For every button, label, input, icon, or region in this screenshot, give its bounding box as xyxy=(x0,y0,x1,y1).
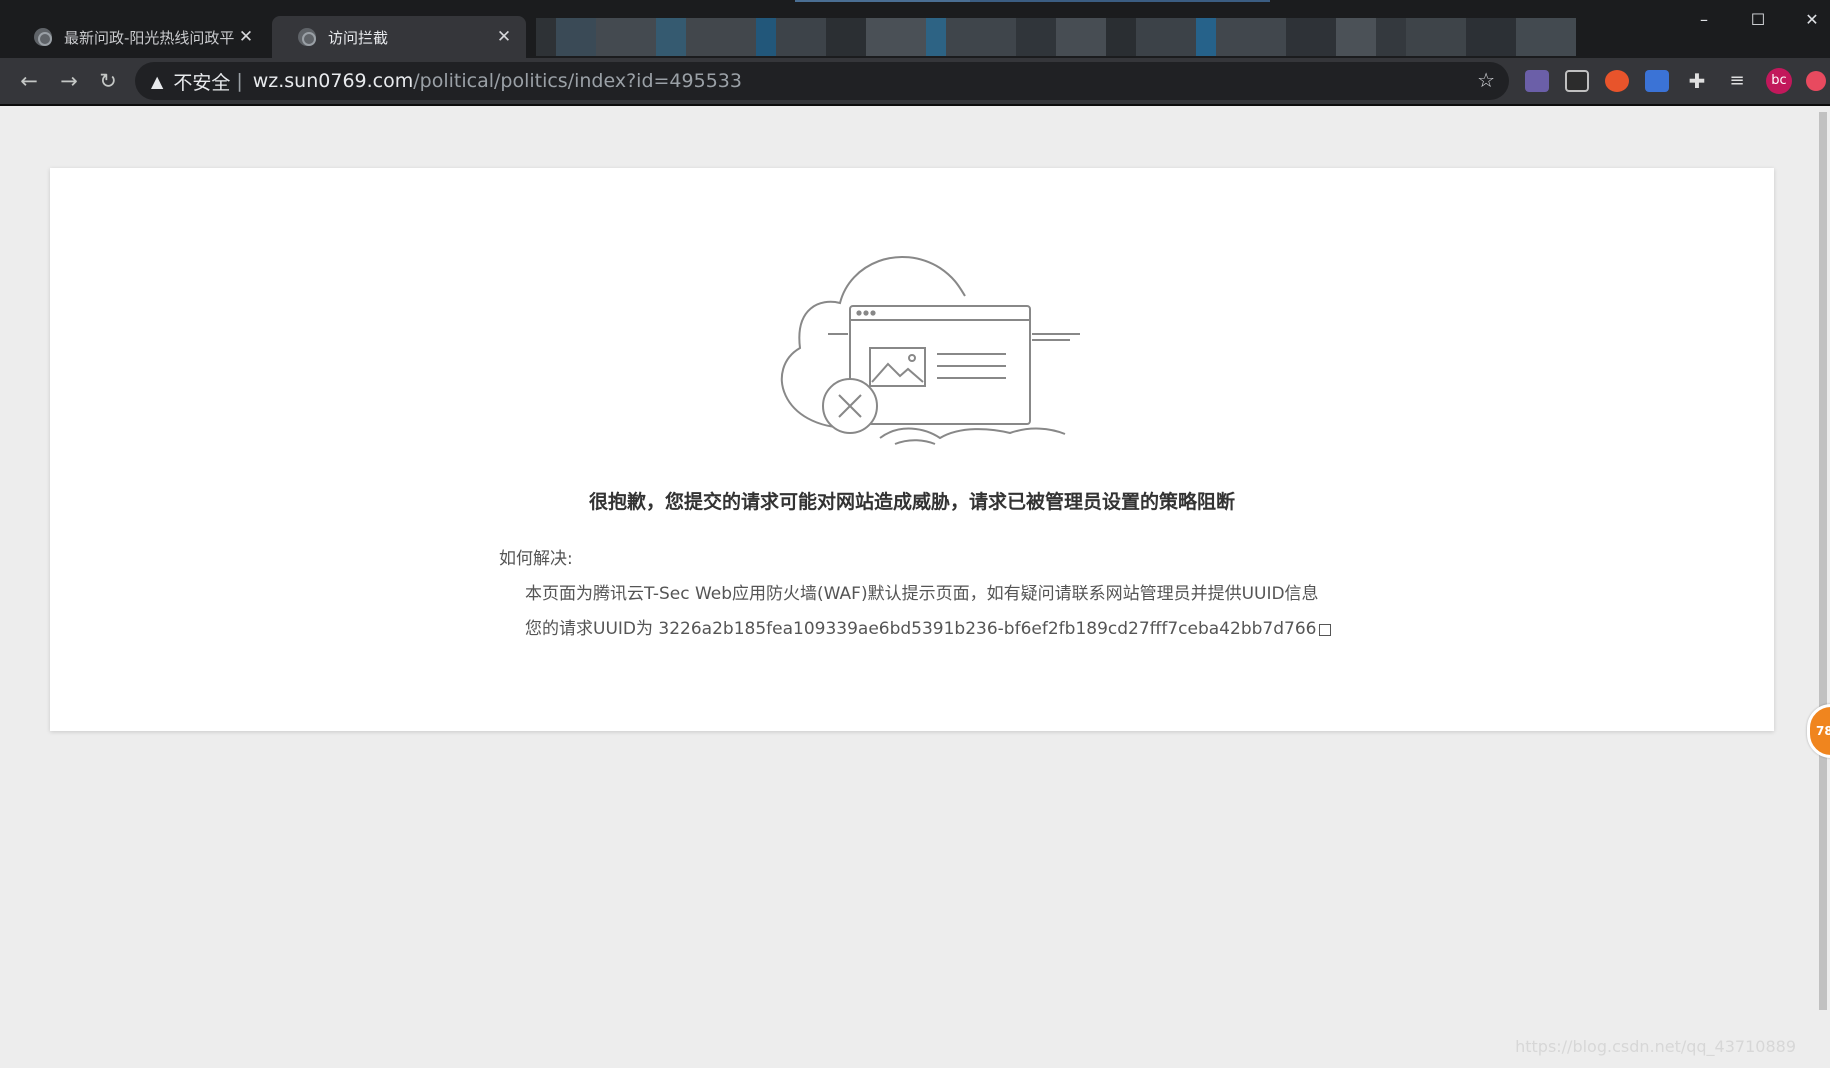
maximize-button[interactable]: ☐ xyxy=(1738,6,1778,34)
glasses-extension-icon[interactable] xyxy=(1565,70,1589,92)
globe-icon xyxy=(298,28,316,46)
reading-list-icon[interactable]: ≡ xyxy=(1725,70,1749,92)
block-headline: 很抱歉，您提交的请求可能对网站造成威胁，请求已被管理员设置的策略阻断 xyxy=(588,491,1235,513)
browser-toolbar: ← → ↻ ▲ 不安全 | wz.sun0769.com/political/p… xyxy=(0,58,1830,104)
uuid-prefix: 您的请求UUID为 xyxy=(525,619,653,639)
forward-button[interactable]: → xyxy=(54,66,84,96)
minimize-button[interactable]: – xyxy=(1684,6,1724,34)
uuid-value[interactable]: 3226a2b185fea109339ae6bd5391b236-bf6ef2f… xyxy=(658,619,1316,639)
uuid-line: 您的请求UUID为 3226a2b185fea109339ae6bd5391b2… xyxy=(525,614,1332,639)
tab-strip-accent-2 xyxy=(970,0,1270,2)
blocked-cloud-illustration-icon xyxy=(780,256,1080,445)
tab-title: 最新问政-阳光热线问政平台 xyxy=(64,28,236,47)
pdf-extension-icon[interactable] xyxy=(1525,70,1549,92)
page-body: 很抱歉，您提交的请求可能对网站造成威胁，请求已被管理员设置的策略阻断 如何解决:… xyxy=(0,106,1830,1068)
translate-extension-icon[interactable] xyxy=(1645,70,1669,92)
infinity-extension-icon[interactable] xyxy=(1605,70,1629,92)
address-bar[interactable]: ▲ 不安全 | wz.sun0769.com/political/politic… xyxy=(135,62,1509,100)
profile-avatar[interactable]: bc xyxy=(1766,68,1792,94)
close-icon[interactable]: ✕ xyxy=(236,27,256,47)
puzzle-extensions-icon[interactable]: ✚ xyxy=(1685,70,1709,92)
watermark: https://blog.csdn.net/qq_43710889 xyxy=(1515,1037,1796,1056)
globe-icon xyxy=(34,28,52,46)
warning-icon: ▲ xyxy=(151,71,164,91)
window-close-button[interactable]: ✕ xyxy=(1792,6,1830,34)
bookmark-star-icon[interactable]: ☆ xyxy=(1477,68,1495,92)
howto-label: 如何解决: xyxy=(499,549,573,569)
scrollbar[interactable] xyxy=(1816,106,1830,1010)
reload-button[interactable]: ↻ xyxy=(93,66,123,96)
waf-explanation: 本页面为腾讯云T-Sec Web应用防火墙(WAF)默认提示页面，如有疑问请联系… xyxy=(525,584,1319,604)
tab-active[interactable]: 访问拦截 ✕ xyxy=(272,16,526,58)
close-icon[interactable]: ✕ xyxy=(494,27,514,47)
block-card: 很抱歉，您提交的请求可能对网站造成威胁，请求已被管理员设置的策略阻断 如何解决:… xyxy=(50,168,1774,731)
tab-strip-accent xyxy=(795,0,975,2)
scrollbar-thumb[interactable] xyxy=(1819,112,1827,1010)
url-path: /political/politics/index?id=495533 xyxy=(413,70,742,92)
tab-strip: 最新问政-阳光热线问政平台 ✕ 访问拦截 ✕ – ☐ ✕ xyxy=(0,0,1830,58)
back-button[interactable]: ← xyxy=(14,66,44,96)
tab-title: 访问拦截 xyxy=(328,28,389,47)
url-domain: wz.sun0769.com xyxy=(252,70,414,92)
blurred-tabs xyxy=(536,18,1576,56)
tab-inactive[interactable]: 最新问政-阳光热线问政平台 ✕ xyxy=(8,16,268,58)
extension-icon[interactable] xyxy=(1806,71,1826,91)
copy-icon[interactable] xyxy=(1319,624,1332,636)
separator: | xyxy=(236,70,243,92)
security-label[interactable]: 不安全 xyxy=(173,68,230,95)
